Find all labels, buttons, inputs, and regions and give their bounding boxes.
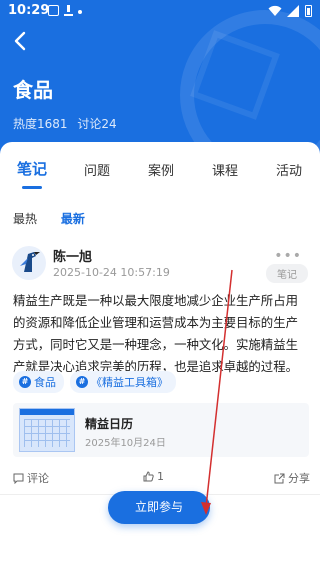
like-button[interactable]: 1 — [143, 470, 164, 483]
notification-dot-icon — [78, 10, 82, 14]
comment-button[interactable]: 评论 — [13, 470, 49, 486]
active-tab-indicator — [22, 186, 42, 189]
tab-activities[interactable]: 活动 — [276, 160, 302, 179]
back-arrow-icon[interactable] — [10, 30, 32, 52]
sort-hot[interactable]: 最热 — [13, 212, 37, 226]
tag-lean-toolbox[interactable]: # 《精益工具箱》 — [70, 371, 176, 393]
battery-icon — [305, 5, 312, 17]
tab-cases[interactable]: 案例 — [148, 160, 174, 179]
tag-food[interactable]: # 食品 — [13, 371, 64, 393]
signal-icon — [287, 5, 299, 17]
tag-label: 食品 — [34, 376, 56, 389]
header-banner: 10:29 食品 热度1681 讨论24 — [0, 0, 320, 160]
wifi-icon — [268, 5, 282, 16]
sort-options: 最热 最新 — [13, 210, 105, 227]
page-title: 食品 — [13, 78, 53, 102]
tab-bar: 笔记 问题 案例 课程 活动 — [0, 160, 320, 188]
post-type-badge: 笔记 — [266, 264, 308, 283]
share-icon — [274, 473, 285, 483]
comment-label: 评论 — [27, 472, 49, 485]
card-title: 精益日历 — [85, 417, 134, 431]
status-bar: 10:29 — [0, 0, 320, 24]
discuss-count: 讨论24 — [77, 117, 117, 131]
post-actions: 评论 1 分享 — [0, 470, 320, 486]
bird-avatar-icon — [20, 252, 40, 272]
gallery-icon — [48, 5, 59, 16]
post-time: 2025-10-24 10:57:19 — [53, 266, 170, 279]
tab-notes[interactable]: 笔记 — [17, 158, 47, 179]
like-count: 1 — [157, 470, 164, 483]
calendar-thumbnail — [19, 408, 75, 452]
attachment-card[interactable]: 精益日历 2025年10月24日 — [13, 403, 309, 457]
tag-label: 《精益工具箱》 — [91, 376, 168, 389]
status-time: 10:29 — [8, 3, 50, 18]
thumbs-up-icon — [143, 471, 154, 482]
tag-list: # 食品 # 《精益工具箱》 — [13, 371, 176, 393]
avatar[interactable] — [12, 246, 46, 280]
download-icon — [63, 5, 74, 16]
tab-questions[interactable]: 问题 — [84, 160, 110, 179]
post-body[interactable]: 精益生产既是一种以最大限度地减少企业生产所占用的资源和降低企业管理和运营成本为主… — [13, 290, 309, 378]
share-button[interactable]: 分享 — [274, 470, 310, 486]
hashtag-icon: # — [19, 376, 31, 388]
tab-courses[interactable]: 课程 — [212, 160, 238, 179]
share-label: 分享 — [288, 472, 310, 485]
more-options-icon[interactable]: ••• — [274, 248, 302, 264]
topic-stats: 热度1681 讨论24 — [13, 115, 123, 132]
sort-new[interactable]: 最新 — [61, 212, 85, 226]
join-button[interactable]: 立即参与 — [108, 491, 210, 524]
author-name[interactable]: 陈一旭 — [53, 246, 92, 265]
hashtag-icon: # — [76, 376, 88, 388]
card-date: 2025年10月24日 — [85, 438, 166, 449]
heat-count: 热度1681 — [13, 117, 68, 131]
comment-icon — [13, 473, 24, 484]
